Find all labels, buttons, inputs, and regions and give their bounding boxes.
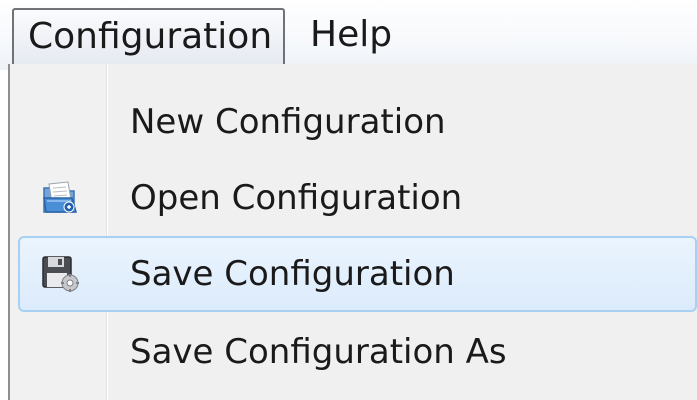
menu-item-save-configuration-as[interactable]: Save Configuration As xyxy=(18,314,697,390)
menu-bar: Configuration Help xyxy=(0,0,697,70)
open-folder-icon xyxy=(40,178,80,218)
menu-configuration[interactable]: Configuration xyxy=(12,8,285,64)
menu-item-label: Open Configuration xyxy=(130,178,463,218)
menu-item-new-configuration[interactable]: New Configuration xyxy=(18,84,697,160)
menu-help-label: Help xyxy=(310,14,393,55)
menu-item-save-configuration[interactable]: Save Configuration xyxy=(18,236,697,312)
menu-item-label: Save Configuration xyxy=(130,254,455,294)
menu-help[interactable]: Help xyxy=(310,8,420,64)
menu-item-open-configuration[interactable]: Open Configuration xyxy=(18,160,697,236)
menu-item-label: Save Configuration As xyxy=(130,332,507,372)
menu-configuration-label: Configuration xyxy=(28,16,273,57)
configuration-dropdown-menu: New Configuration Open Configuration Sav… xyxy=(8,64,697,400)
menu-item-label: New Configuration xyxy=(130,102,446,142)
save-disk-icon xyxy=(40,254,80,294)
